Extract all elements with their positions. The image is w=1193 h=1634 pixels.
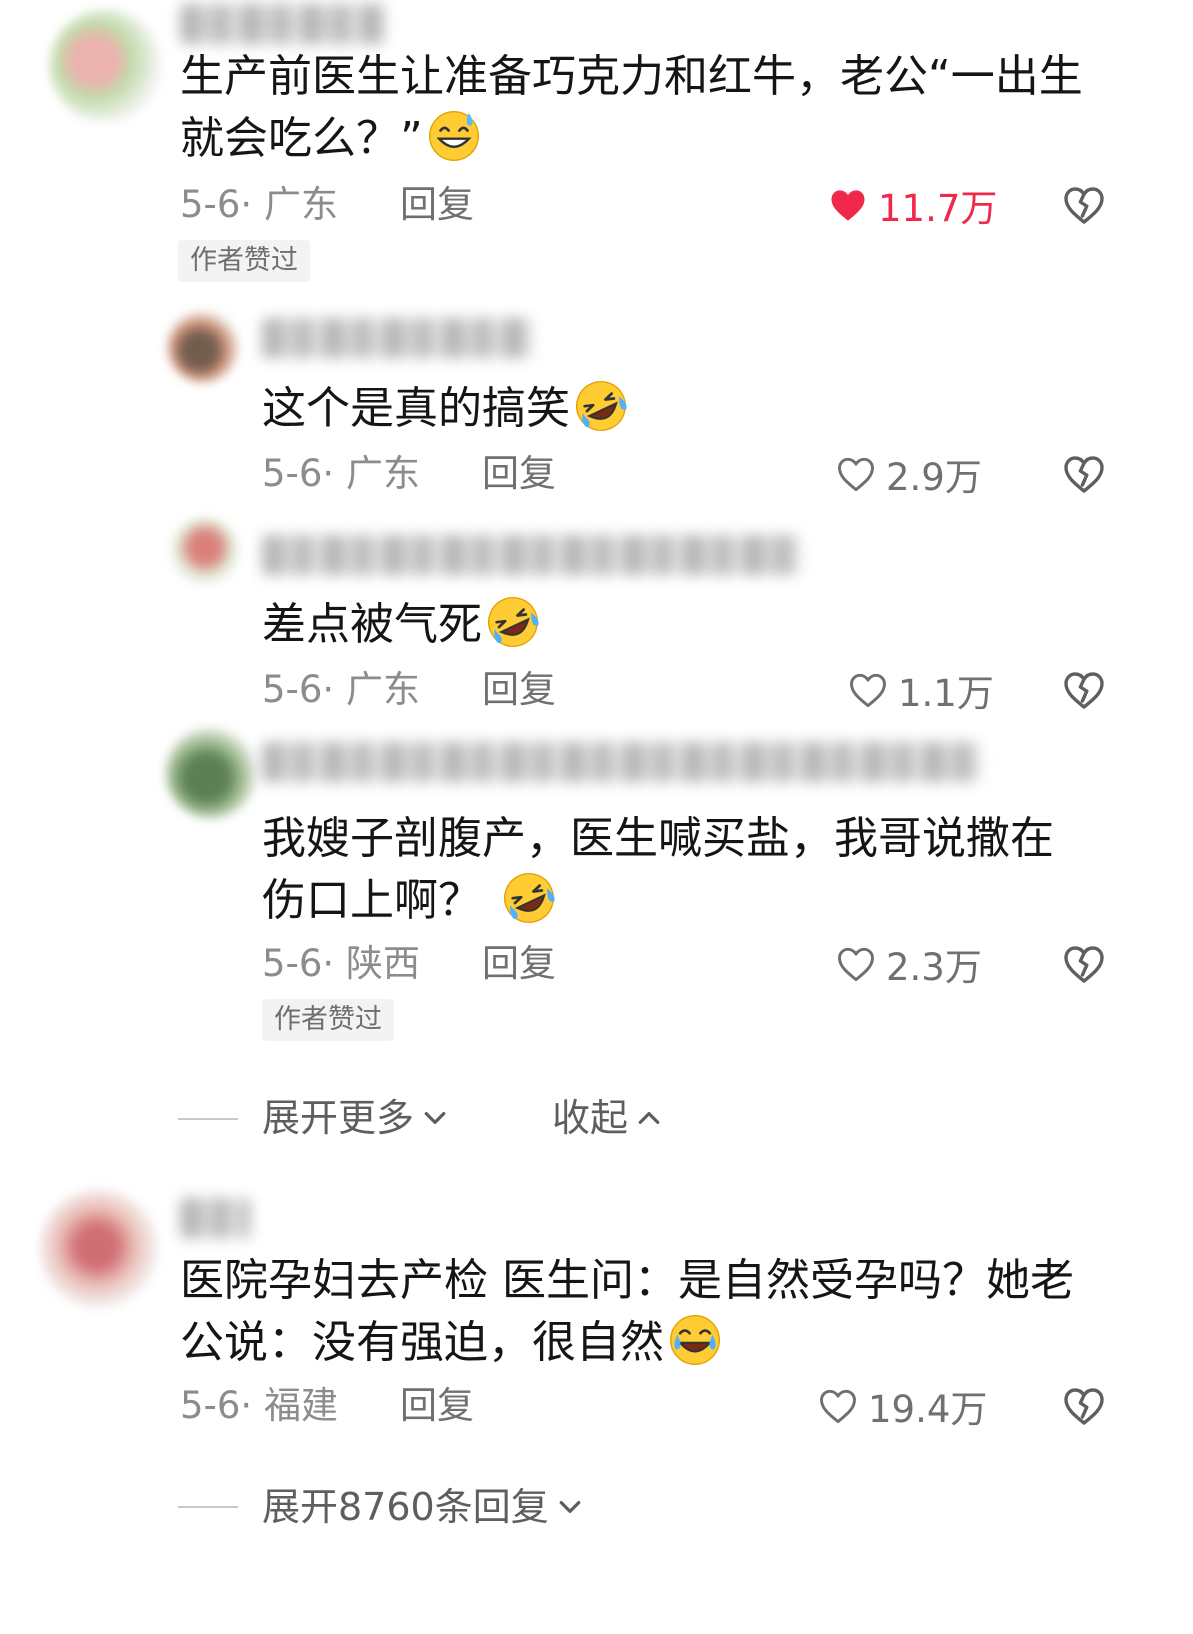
comment-text-line: 医院孕妇去产检 医生问：是自然受孕吗？她老 xyxy=(180,1255,1074,1306)
username-blurred[interactable] xyxy=(180,4,385,44)
expand-more-button[interactable]: 展开更多 xyxy=(262,1095,450,1141)
like-count: 19.4万 xyxy=(868,1388,988,1431)
reply-button[interactable]: 回复 xyxy=(400,183,474,227)
divider-dash xyxy=(178,1506,238,1508)
chevron-down-icon xyxy=(420,1103,450,1133)
broken-heart-icon[interactable] xyxy=(1060,940,1108,988)
date-location: 5-6· 陕西 xyxy=(262,942,420,985)
avatar[interactable] xyxy=(168,312,238,382)
avatar[interactable] xyxy=(172,518,238,584)
like-button[interactable]: 2.3万 xyxy=(834,942,982,989)
reply-button[interactable]: 回复 xyxy=(400,1384,474,1428)
avatar[interactable] xyxy=(40,1190,158,1308)
comment-text: 我嫂子剖腹产，医生喊买盐，我哥说撒在 伤口上啊？ xyxy=(262,808,1054,932)
comment-text: 这个是真的搞笑 xyxy=(262,378,628,440)
rolling-laughing-emoji xyxy=(574,379,628,433)
comment-text-line: 我嫂子剖腹产，医生喊买盐，我哥说撒在 xyxy=(262,813,1054,864)
broken-heart-icon[interactable] xyxy=(1060,1382,1108,1430)
heart-outline-icon xyxy=(834,942,878,986)
reply-button[interactable]: 回复 xyxy=(482,668,556,712)
comment-text: 生产前医生让准备巧克力和红牛，老公“一出生 就会吃么？” xyxy=(180,46,1083,170)
like-button[interactable]: 19.4万 xyxy=(816,1384,987,1431)
comment-text-line: 差点被气死 xyxy=(262,599,482,650)
comment-text-line: 就会吃么？” xyxy=(180,113,423,164)
comment-text-line: 这个是真的搞笑 xyxy=(262,383,570,434)
rolling-laughing-emoji xyxy=(502,871,556,925)
heart-outline-icon xyxy=(834,452,878,496)
grinning-sweat-emoji xyxy=(427,109,481,163)
divider-dash xyxy=(178,1118,238,1120)
username-blurred[interactable] xyxy=(262,318,532,358)
like-count: 11.7万 xyxy=(878,187,998,230)
rolling-laughing-emoji xyxy=(486,595,540,649)
collapse-label: 收起 xyxy=(552,1096,629,1140)
comment-text: 医院孕妇去产检 医生问：是自然受孕吗？她老 公说：没有强迫，很自然 xyxy=(180,1250,1074,1374)
broken-heart-icon[interactable] xyxy=(1060,181,1108,229)
date-location: 5-6· 福建 xyxy=(180,1384,338,1427)
collapse-button[interactable]: 收起 xyxy=(552,1095,664,1141)
username-blurred[interactable] xyxy=(180,1198,250,1238)
tears-of-joy-emoji xyxy=(668,1313,722,1367)
comment-text-line: 伤口上啊？ xyxy=(262,875,482,926)
heart-outline-icon xyxy=(816,1384,860,1428)
comment-text-line: 生产前医生让准备巧克力和红牛，老公“一出生 xyxy=(180,51,1083,102)
avatar[interactable] xyxy=(50,10,162,122)
chevron-down-icon xyxy=(555,1492,585,1522)
like-button[interactable]: 11.7万 xyxy=(826,183,997,230)
broken-heart-icon[interactable] xyxy=(1060,450,1108,498)
like-count: 2.9万 xyxy=(886,456,982,499)
author-liked-badge: 作者赞过 xyxy=(178,240,310,282)
chevron-up-icon xyxy=(634,1103,664,1133)
reply-button[interactable]: 回复 xyxy=(482,942,556,986)
date-location: 5-6· 广东 xyxy=(180,183,338,226)
broken-heart-icon[interactable] xyxy=(1060,666,1108,714)
expand-more-label: 展开更多 xyxy=(262,1096,415,1140)
reply-button[interactable]: 回复 xyxy=(482,452,556,496)
date-location: 5-6· 广东 xyxy=(262,452,420,495)
username-blurred[interactable] xyxy=(262,535,802,575)
like-button[interactable]: 2.9万 xyxy=(834,452,982,499)
like-count: 2.3万 xyxy=(886,946,982,989)
username-blurred[interactable] xyxy=(262,742,982,782)
date-location: 5-6· 广东 xyxy=(262,668,420,711)
heart-outline-icon xyxy=(846,668,890,712)
comment-text-line: 公说：没有强迫，很自然 xyxy=(180,1317,664,1368)
like-button[interactable]: 1.1万 xyxy=(846,668,994,715)
like-count: 1.1万 xyxy=(898,672,994,715)
expand-replies-button[interactable]: 展开8760条回复 xyxy=(262,1484,585,1530)
avatar[interactable] xyxy=(166,728,256,818)
expand-replies-label: 展开8760条回复 xyxy=(262,1485,549,1529)
author-liked-badge: 作者赞过 xyxy=(262,999,394,1041)
heart-filled-icon xyxy=(826,183,870,227)
comment-text: 差点被气死 xyxy=(262,594,540,656)
